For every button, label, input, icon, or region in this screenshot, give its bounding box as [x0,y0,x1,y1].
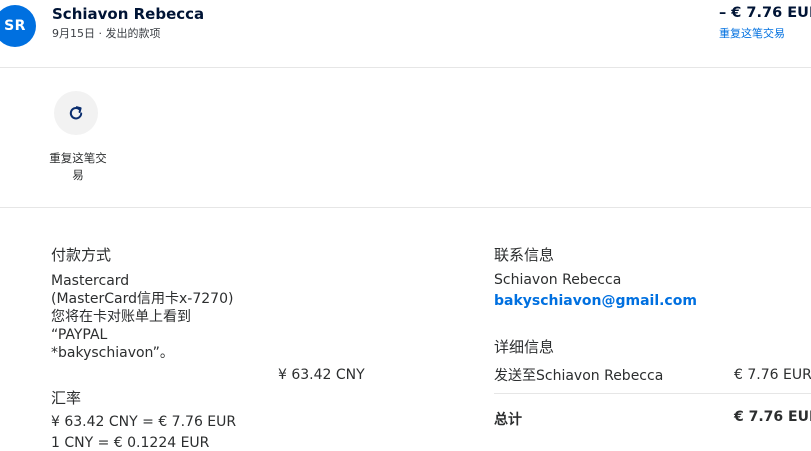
payment-method-heading: 付款方式 [51,246,112,264]
repeat-transaction-button[interactable] [54,91,98,135]
contact-info-heading: 联系信息 [494,246,555,264]
exchange-rate-conversion: ¥ 63.42 CNY = € 7.76 EUR [51,414,237,430]
payment-amount-cny: ¥ 63.42 CNY [278,367,365,383]
sent-to-amount: € 7.76 EUR [734,367,811,383]
payment-line: Mastercard [51,273,130,289]
exchange-rate-unit: 1 CNY = € 0.1224 EUR [51,435,210,451]
transaction-amount: – € 7.76 EUR [719,5,811,21]
avatar: SR [0,5,36,47]
contact-email-link[interactable]: bakyschiavon@gmail.com [494,293,697,309]
details-heading: 详细信息 [494,338,555,356]
payment-method-details: Mastercard (MasterCard信用卡x-7270) 您将在卡对账单… [51,272,281,362]
payment-line: (MasterCard信用卡x-7270) [51,291,234,307]
payment-line: 您将在卡对账单上看到 [51,309,191,325]
contact-name: Schiavon Rebecca [494,272,622,288]
payment-line: “PAYPAL [51,327,108,343]
actions-divider [0,207,811,208]
exchange-rate-heading: 汇率 [51,389,82,407]
total-amount: € 7.76 EUR [734,409,811,425]
sent-to-label: 发送至Schiavon Rebecca [494,368,664,384]
repeat-transaction-label[interactable]: 重复这笔交易 [44,150,112,184]
repeat-transaction-link[interactable]: 重复这笔交易 [719,25,785,41]
transaction-date-type: 9月15日 · 发出的款项 [52,27,161,40]
header-divider [0,67,811,68]
total-label: 总计 [494,412,522,428]
payment-line: *bakyschiavon”。 [51,345,174,361]
details-divider [494,393,811,394]
refresh-icon [69,106,83,120]
counterparty-name: Schiavon Rebecca [52,5,205,23]
